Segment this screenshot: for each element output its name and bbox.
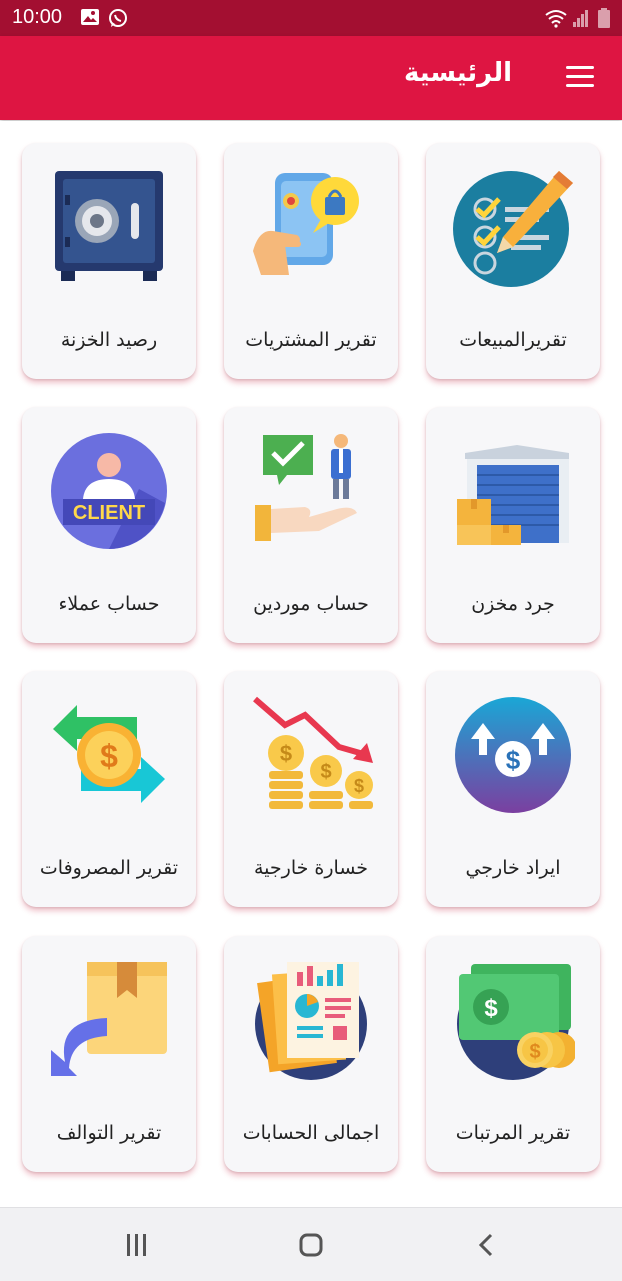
svg-text:$: $ bbox=[320, 761, 331, 783]
menu-card-external-income[interactable]: $ ايراد خارجي bbox=[426, 671, 600, 907]
page-title: الرئيسية bbox=[403, 58, 512, 88]
svg-text:$: $ bbox=[484, 995, 498, 1022]
client-icon: CLIENT bbox=[51, 433, 167, 549]
battery-icon bbox=[598, 8, 610, 28]
income-arrows-icon: $ bbox=[455, 697, 571, 813]
svg-text:$: $ bbox=[100, 738, 118, 774]
svg-text:$: $ bbox=[529, 1041, 540, 1063]
menu-card-label: ايراد خارجي bbox=[465, 857, 561, 879]
menu-card-purchases-report[interactable]: تقرير المشتريات bbox=[224, 143, 398, 379]
money-exchange-icon: $ bbox=[53, 705, 165, 803]
menu-card-sales-report[interactable]: تقريرالمبيعات bbox=[426, 143, 600, 379]
accounts-report-icon bbox=[255, 962, 367, 1080]
menu-card-salaries-report[interactable]: $ $ تقرير المرتبات bbox=[426, 936, 600, 1172]
warehouse-icon bbox=[457, 445, 569, 545]
svg-text:$: $ bbox=[506, 745, 521, 775]
back-icon[interactable] bbox=[474, 1232, 500, 1258]
salary-cash-icon: $ $ bbox=[457, 964, 575, 1080]
menu-card-suppliers-account[interactable]: حساب موردين bbox=[224, 407, 398, 643]
menu-card-label: جرد مخزن bbox=[471, 593, 555, 615]
svg-text:$: $ bbox=[354, 776, 364, 796]
menu-card-expenses-report[interactable]: $ تقرير المصروفات bbox=[22, 671, 196, 907]
menu-card-label: تقريرالمبيعات bbox=[459, 329, 567, 351]
menu-card-label: تقرير المرتبات bbox=[455, 1122, 571, 1144]
status-bar: 10:00 bbox=[0, 0, 622, 36]
whatsapp-icon bbox=[109, 9, 127, 27]
menu-card-label: تقرير التوالف bbox=[56, 1122, 162, 1144]
supplier-handshake-icon bbox=[255, 434, 357, 541]
svg-text:CLIENT: CLIENT bbox=[73, 502, 145, 524]
checklist-pencil-icon bbox=[453, 171, 573, 287]
menu-card-label: حساب عملاء bbox=[58, 593, 160, 615]
menu-card-total-accounts[interactable]: اجمالى الحسابات bbox=[224, 936, 398, 1172]
menu-card-clients-account[interactable]: CLIENT حساب عملاء bbox=[22, 407, 196, 643]
app-bar: الرئيسية bbox=[0, 36, 622, 120]
mobile-shopping-icon bbox=[253, 173, 359, 275]
menu-card-label: خسارة خارجية bbox=[253, 857, 369, 879]
system-nav-bar bbox=[0, 1207, 622, 1281]
menu-card-external-loss[interactable]: $ $ $ خسارة خارجية bbox=[224, 671, 398, 907]
hamburger-menu-icon[interactable] bbox=[566, 66, 594, 88]
menu-grid: رصيد الخزنة تقرير المشتريات تقريرالمبيعا… bbox=[0, 121, 622, 1205]
menu-card-damaged-goods-report[interactable]: تقرير التوالف bbox=[22, 936, 196, 1172]
menu-card-label: اجمالى الحسابات bbox=[242, 1122, 380, 1144]
menu-card-warehouse-inventory[interactable]: جرد مخزن bbox=[426, 407, 600, 643]
svg-text:$: $ bbox=[280, 741, 292, 766]
signal-icon bbox=[573, 10, 588, 27]
damaged-box-icon bbox=[51, 962, 167, 1076]
loss-coins-icon: $ $ $ bbox=[253, 696, 373, 809]
menu-card-label: تقرير المشتريات bbox=[245, 329, 377, 351]
status-time: 10:00 bbox=[12, 6, 63, 28]
menu-card-label: تقرير المصروفات bbox=[39, 857, 179, 879]
recent-apps-icon[interactable] bbox=[124, 1232, 150, 1258]
menu-card-label: رصيد الخزنة bbox=[60, 329, 158, 351]
menu-card-treasury-balance[interactable]: رصيد الخزنة bbox=[22, 143, 196, 379]
image-icon bbox=[81, 9, 99, 25]
menu-card-label: حساب موردين bbox=[253, 593, 369, 615]
home-icon[interactable] bbox=[298, 1232, 324, 1258]
safe-icon bbox=[55, 171, 163, 281]
wifi-icon bbox=[545, 10, 567, 28]
